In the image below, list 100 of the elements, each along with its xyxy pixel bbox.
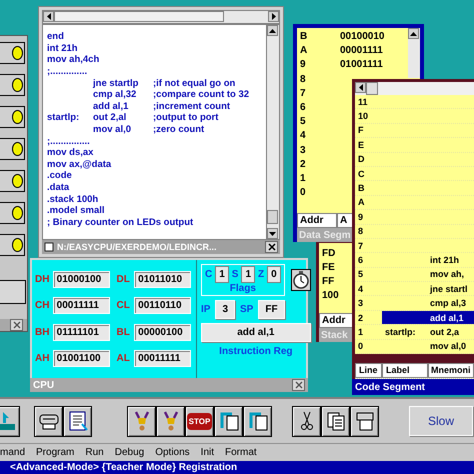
scroll-thumb[interactable] — [54, 11, 224, 22]
menu-item[interactable]: Run — [85, 447, 104, 458]
lamp-button[interactable] — [0, 170, 25, 192]
code-instruction: cmp al,32 — [93, 89, 138, 100]
lamp-button[interactable] — [0, 202, 25, 224]
table-cell-text: startlp: — [384, 326, 417, 337]
scroll-thumb[interactable] — [366, 82, 378, 95]
menu-item[interactable]: Format — [225, 447, 257, 458]
code-line: mov ah,4ch — [47, 54, 100, 66]
register-value: 00011111 — [52, 297, 110, 314]
table-row[interactable]: 8 — [355, 224, 474, 239]
lamp-icon — [12, 238, 23, 252]
instruction-register-label: Instruction Reg — [218, 346, 294, 357]
toolbar-button[interactable] — [63, 406, 92, 436]
lamp-icon — [12, 78, 23, 92]
register-label: BL — [116, 326, 131, 338]
table-cell-text: int 21h — [429, 254, 460, 265]
down-arrow-icon — [269, 232, 276, 236]
left-arrow-icon — [358, 84, 362, 91]
menu-item[interactable]: Debug — [114, 447, 144, 458]
code-line: .stack 100h — [47, 194, 98, 205]
table-row[interactable]: 2 add al,1 — [355, 310, 474, 326]
table-row[interactable]: 0 mov al,0 — [355, 340, 474, 354]
copy-icon — [246, 410, 268, 432]
horizontal-scrollbar[interactable] — [42, 10, 280, 24]
menu-item[interactable]: Init — [200, 447, 214, 458]
table-row[interactable]: 4 jne startl — [355, 282, 474, 296]
table-row[interactable]: A — [355, 196, 474, 210]
flag-value: 1 — [241, 266, 256, 283]
register-value: 3 — [215, 300, 236, 319]
toolbar-button[interactable] — [127, 406, 156, 436]
menu-item[interactable]: Program — [36, 447, 74, 458]
lamp-button[interactable] — [0, 106, 25, 128]
vertical-scrollbar[interactable] — [266, 25, 279, 239]
register-label: DH — [35, 274, 50, 285]
toolbar-button[interactable] — [292, 406, 321, 436]
code-line: ; Binary counter on LEDs output — [47, 216, 194, 228]
panel-button[interactable] — [0, 280, 26, 304]
up-arrow-icon — [269, 28, 276, 32]
register-label: AH — [35, 353, 50, 364]
stop-sign-icon: STOP — [186, 412, 212, 430]
table-row[interactable]: F — [355, 124, 474, 138]
table-row[interactable]: B — [355, 181, 474, 196]
table-row[interactable]: C — [355, 166, 474, 182]
table-cell-text: F — [357, 125, 364, 136]
toolbar-button[interactable] — [156, 406, 185, 436]
lamp-button[interactable] — [0, 74, 25, 96]
column-header: Addr — [297, 213, 337, 228]
table-cell-text: C — [357, 168, 366, 179]
register-value: 01000100 — [52, 270, 110, 288]
code-line: ;.............. — [47, 66, 88, 78]
speed-button[interactable]: Slow — [409, 406, 473, 436]
lamp-button[interactable] — [0, 138, 25, 160]
lamp-button[interactable] — [0, 234, 25, 256]
toolbar-button[interactable] — [321, 406, 350, 436]
table-row[interactable]: 6 int 21h — [355, 253, 474, 268]
table-cell-text: 5 — [357, 269, 364, 280]
code-line: mov ax,@data — [47, 158, 112, 170]
menu-item[interactable]: mand — [0, 447, 26, 458]
lamp-button[interactable] — [0, 42, 25, 64]
clock-button[interactable] — [290, 269, 311, 291]
table-row[interactable]: 10 — [355, 109, 474, 124]
code-line: .data — [47, 182, 70, 194]
menu-item[interactable]: Options — [155, 447, 190, 458]
flag-value: 0 — [267, 266, 281, 283]
table-cell-text: E — [357, 140, 366, 150]
table-row[interactable]: E — [355, 138, 474, 153]
code-comment: ;if not equal go on — [153, 78, 236, 89]
register-label: BH — [35, 326, 50, 338]
toolbar-button[interactable] — [243, 406, 272, 436]
close-icon — [294, 381, 302, 389]
table-cell-text: jne startl — [428, 284, 469, 294]
app-title: <Advanced-Mode> {Teacher Mode} Registration — [10, 462, 238, 473]
table-row[interactable]: 9 — [355, 210, 474, 225]
toolbar-button[interactable] — [350, 406, 379, 436]
table-row[interactable]: 3 cmp al,3 — [355, 296, 474, 311]
horizontal-scrollbar[interactable] — [355, 82, 474, 95]
toolbar-button[interactable] — [214, 406, 243, 436]
register-value: 00011111 — [134, 350, 191, 368]
arrow-icon — [0, 410, 16, 432]
table-cell-text: mov al,0 — [429, 341, 468, 352]
table-row[interactable]: 1 startlp: out 2,a — [355, 325, 474, 340]
toolbar-button[interactable] — [34, 406, 63, 436]
table-row[interactable]: 5 mov ah, — [355, 268, 474, 282]
scroll-thumb[interactable] — [267, 210, 278, 224]
vertical-scrollbar[interactable] — [408, 28, 420, 78]
up-arrow-icon — [410, 32, 417, 36]
table-row[interactable]: 7 — [355, 238, 474, 254]
table-cell-text: 8 — [357, 226, 364, 236]
table-row[interactable]: 11 — [355, 95, 474, 110]
table-cell-text: 1 — [357, 326, 364, 337]
column-header: Addr — [319, 313, 353, 328]
lamp-icon — [12, 46, 23, 60]
code-instruction: out 2,al — [93, 112, 128, 124]
code-line: end — [47, 31, 64, 42]
close-button[interactable] — [265, 241, 278, 253]
column-header: Mnemoni — [428, 363, 474, 378]
code-line: mov ds,ax — [47, 147, 94, 158]
table-row[interactable]: D — [355, 152, 474, 167]
toolbar-button[interactable]: STOP — [185, 406, 214, 436]
